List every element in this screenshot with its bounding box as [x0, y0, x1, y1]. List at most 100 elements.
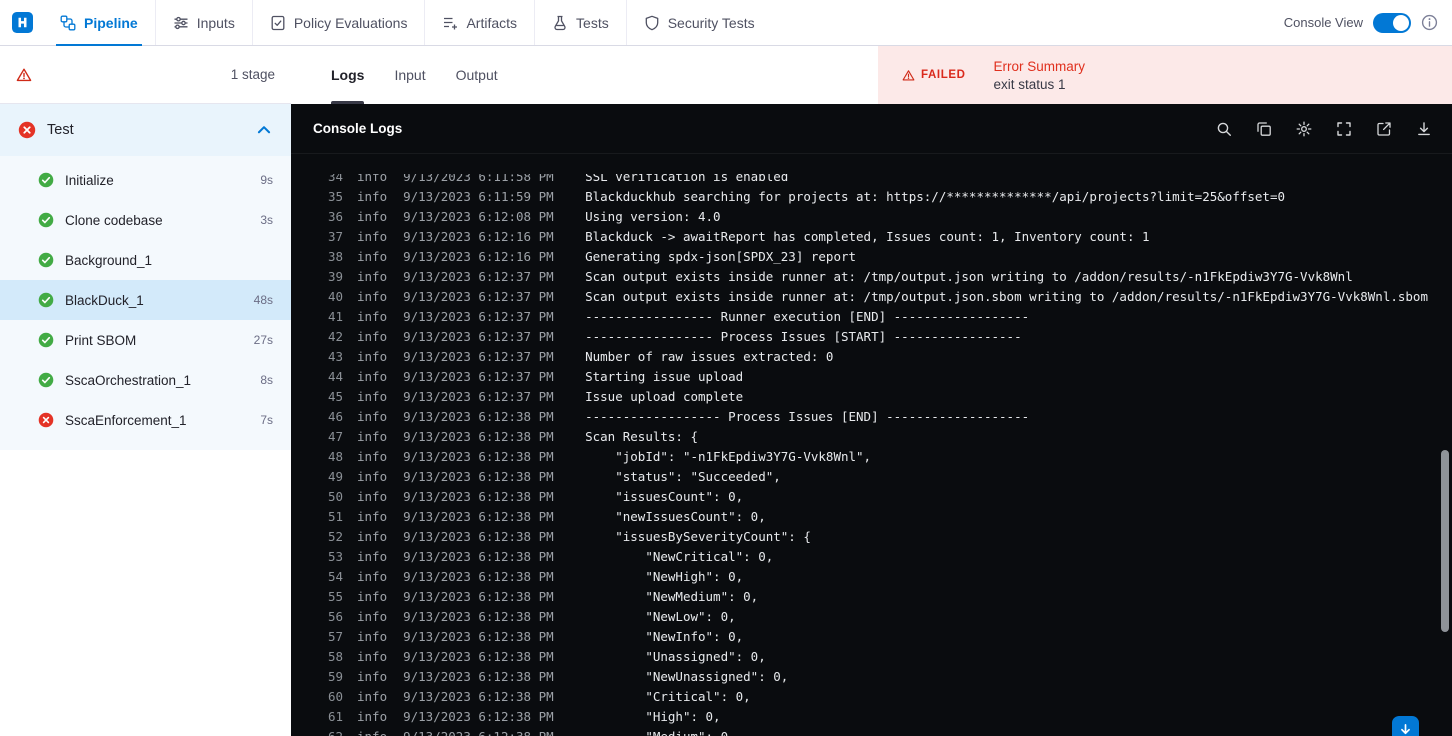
tab-security-tests[interactable]: Security Tests	[627, 0, 772, 45]
log-timestamp: 9/13/2023 6:12:38 PM	[403, 409, 554, 424]
log-message: "NewLow": 0,	[585, 609, 736, 624]
log-message: "jobId": "-n1FkEpdiw3Y7G-Vvk8Wnl",	[585, 449, 872, 464]
step-name: Clone codebase	[65, 212, 163, 228]
log-message: Using version: 4.0	[585, 209, 721, 224]
log-message: Blackduck -> awaitReport has completed, …	[585, 229, 1150, 244]
step-row-background-1[interactable]: Background_1	[0, 240, 291, 280]
log-line: 36 info 9/13/2023 6:12:08 PM Using version:…	[321, 207, 1452, 227]
log-timestamp: 9/13/2023 6:12:37 PM	[403, 389, 554, 404]
log-timestamp: 9/13/2023 6:12:38 PM	[403, 609, 554, 624]
step-name: Background_1	[65, 252, 153, 268]
log-level: info	[357, 169, 388, 184]
log-message: Scan output exists inside runner at: /tm…	[585, 269, 1353, 284]
step-row-print-sbom[interactable]: Print SBOM 27s	[0, 320, 291, 360]
log-timestamp: 9/13/2023 6:12:37 PM	[403, 329, 554, 344]
log-line-number: 60	[327, 689, 343, 704]
log-level: info	[357, 209, 388, 224]
log-level: info	[357, 329, 388, 344]
settings-icon[interactable]	[1296, 121, 1312, 137]
log-line-number: 44	[327, 369, 343, 384]
log-message: SSL verification is enabled	[585, 169, 789, 184]
log-timestamp: 9/13/2023 6:12:38 PM	[403, 589, 554, 604]
log-line-number: 55	[327, 589, 343, 604]
console-view-label: Console View	[1283, 15, 1363, 30]
log-message: "issuesCount": 0,	[585, 489, 744, 504]
info-icon[interactable]	[1421, 14, 1438, 31]
log-line: 58 info 9/13/2023 6:12:38 PM "Unassigned":…	[321, 647, 1452, 667]
tab-logs[interactable]: Logs	[331, 46, 365, 104]
log-message: "Medium": 0	[585, 727, 728, 736]
console-title: Console Logs	[313, 121, 403, 136]
log-timestamp: 9/13/2023 6:12:08 PM	[403, 209, 554, 224]
log-level: info	[357, 669, 388, 684]
open-in-new-icon[interactable]	[1376, 121, 1392, 137]
toggle-knob	[1393, 14, 1409, 31]
step-name: Initialize	[65, 172, 114, 188]
chevron-up-icon[interactable]	[255, 121, 273, 139]
log-line-number: 48	[327, 449, 343, 464]
step-row-initialize[interactable]: Initialize 9s	[0, 160, 291, 200]
log-line: 46 info 9/13/2023 6:12:38 PM --------------…	[321, 407, 1452, 427]
topnav-right: Console View	[1283, 12, 1452, 33]
tab-tests[interactable]: Tests	[535, 0, 627, 45]
top-navigation: Pipeline Inputs Policy Evaluations Artifact…	[0, 0, 1452, 46]
console-view-toggle[interactable]	[1373, 12, 1411, 33]
log-timestamp: 9/13/2023 6:12:16 PM	[403, 229, 554, 244]
harness-logo[interactable]	[12, 12, 33, 33]
log-timestamp: 9/13/2023 6:12:38 PM	[403, 429, 554, 444]
log-level: info	[357, 649, 388, 664]
console-scrollbar-thumb[interactable]	[1441, 450, 1449, 632]
tab-policy-evaluations[interactable]: Policy Evaluations	[253, 0, 426, 45]
log-level: info	[357, 289, 388, 304]
log-level: info	[357, 709, 388, 724]
step-row-blackduck-1[interactable]: BlackDuck_1 48s	[0, 280, 291, 320]
log-timestamp: 9/13/2023 6:12:38 PM	[403, 509, 554, 524]
tab-label: Artifacts	[466, 14, 518, 31]
scroll-to-bottom-button[interactable]	[1392, 716, 1419, 736]
log-line-number: 54	[327, 569, 343, 584]
log-line: 41 info 9/13/2023 6:12:37 PM --------------…	[321, 307, 1452, 327]
step-row-clone-codebase[interactable]: Clone codebase 3s	[0, 200, 291, 240]
check-circle-icon	[38, 292, 54, 308]
fullscreen-icon[interactable]	[1336, 121, 1352, 137]
stage-name: Test	[47, 122, 74, 138]
step-row-sscaenforcement-1[interactable]: SscaEnforcement_1 7s	[0, 400, 291, 440]
download-icon[interactable]	[1416, 121, 1432, 137]
log-line: 59 info 9/13/2023 6:12:38 PM "NewUnassigne…	[321, 667, 1452, 687]
log-line: 50 info 9/13/2023 6:12:38 PM "issuesCount"…	[321, 487, 1452, 507]
tab-input[interactable]: Input	[394, 46, 425, 104]
console-header: Console Logs	[291, 104, 1452, 154]
log-timestamp: 9/13/2023 6:12:38 PM	[403, 549, 554, 564]
error-circle-icon	[38, 412, 54, 428]
step-row-sscaorchestration-1[interactable]: SscaOrchestration_1 8s	[0, 360, 291, 400]
console-log: 34 info 9/13/2023 6:11:58 PM SSL verificati…	[321, 167, 1452, 736]
log-line-number: 46	[327, 409, 343, 424]
log-level: info	[357, 349, 388, 364]
log-level: info	[357, 489, 388, 504]
log-level: info	[357, 529, 388, 544]
check-circle-icon	[38, 332, 54, 348]
log-timestamp: 9/13/2023 6:12:37 PM	[403, 289, 554, 304]
log-timestamp: 9/13/2023 6:12:37 PM	[403, 369, 554, 384]
log-line-number: 47	[327, 429, 343, 444]
copy-icon[interactable]	[1256, 121, 1272, 137]
log-message: ----------------- Process Issues [START]…	[585, 329, 1022, 344]
tab-output[interactable]: Output	[456, 46, 498, 104]
log-timestamp: 9/13/2023 6:12:38 PM	[403, 489, 554, 504]
stage-row-test[interactable]: Test	[0, 104, 291, 156]
tab-pipeline[interactable]: Pipeline	[43, 0, 156, 46]
log-message: "Critical": 0,	[585, 689, 751, 704]
tab-inputs[interactable]: Inputs	[156, 0, 253, 45]
step-duration: 3s	[260, 213, 273, 227]
search-icon[interactable]	[1216, 121, 1232, 137]
log-line: 43 info 9/13/2023 6:12:37 PM Number of raw …	[321, 347, 1452, 367]
tab-artifacts[interactable]: Artifacts	[425, 0, 536, 45]
log-level: info	[357, 569, 388, 584]
tab-label: Security Tests	[667, 14, 755, 31]
log-message: "status": "Succeeded",	[585, 469, 781, 484]
steps-list: Initialize 9s Clone codebase 3s Background_1…	[0, 156, 291, 450]
log-timestamp: 9/13/2023 6:12:38 PM	[403, 529, 554, 544]
step-duration: 8s	[260, 373, 273, 387]
log-level: info	[357, 369, 388, 384]
log-line-number: 34	[327, 169, 343, 184]
